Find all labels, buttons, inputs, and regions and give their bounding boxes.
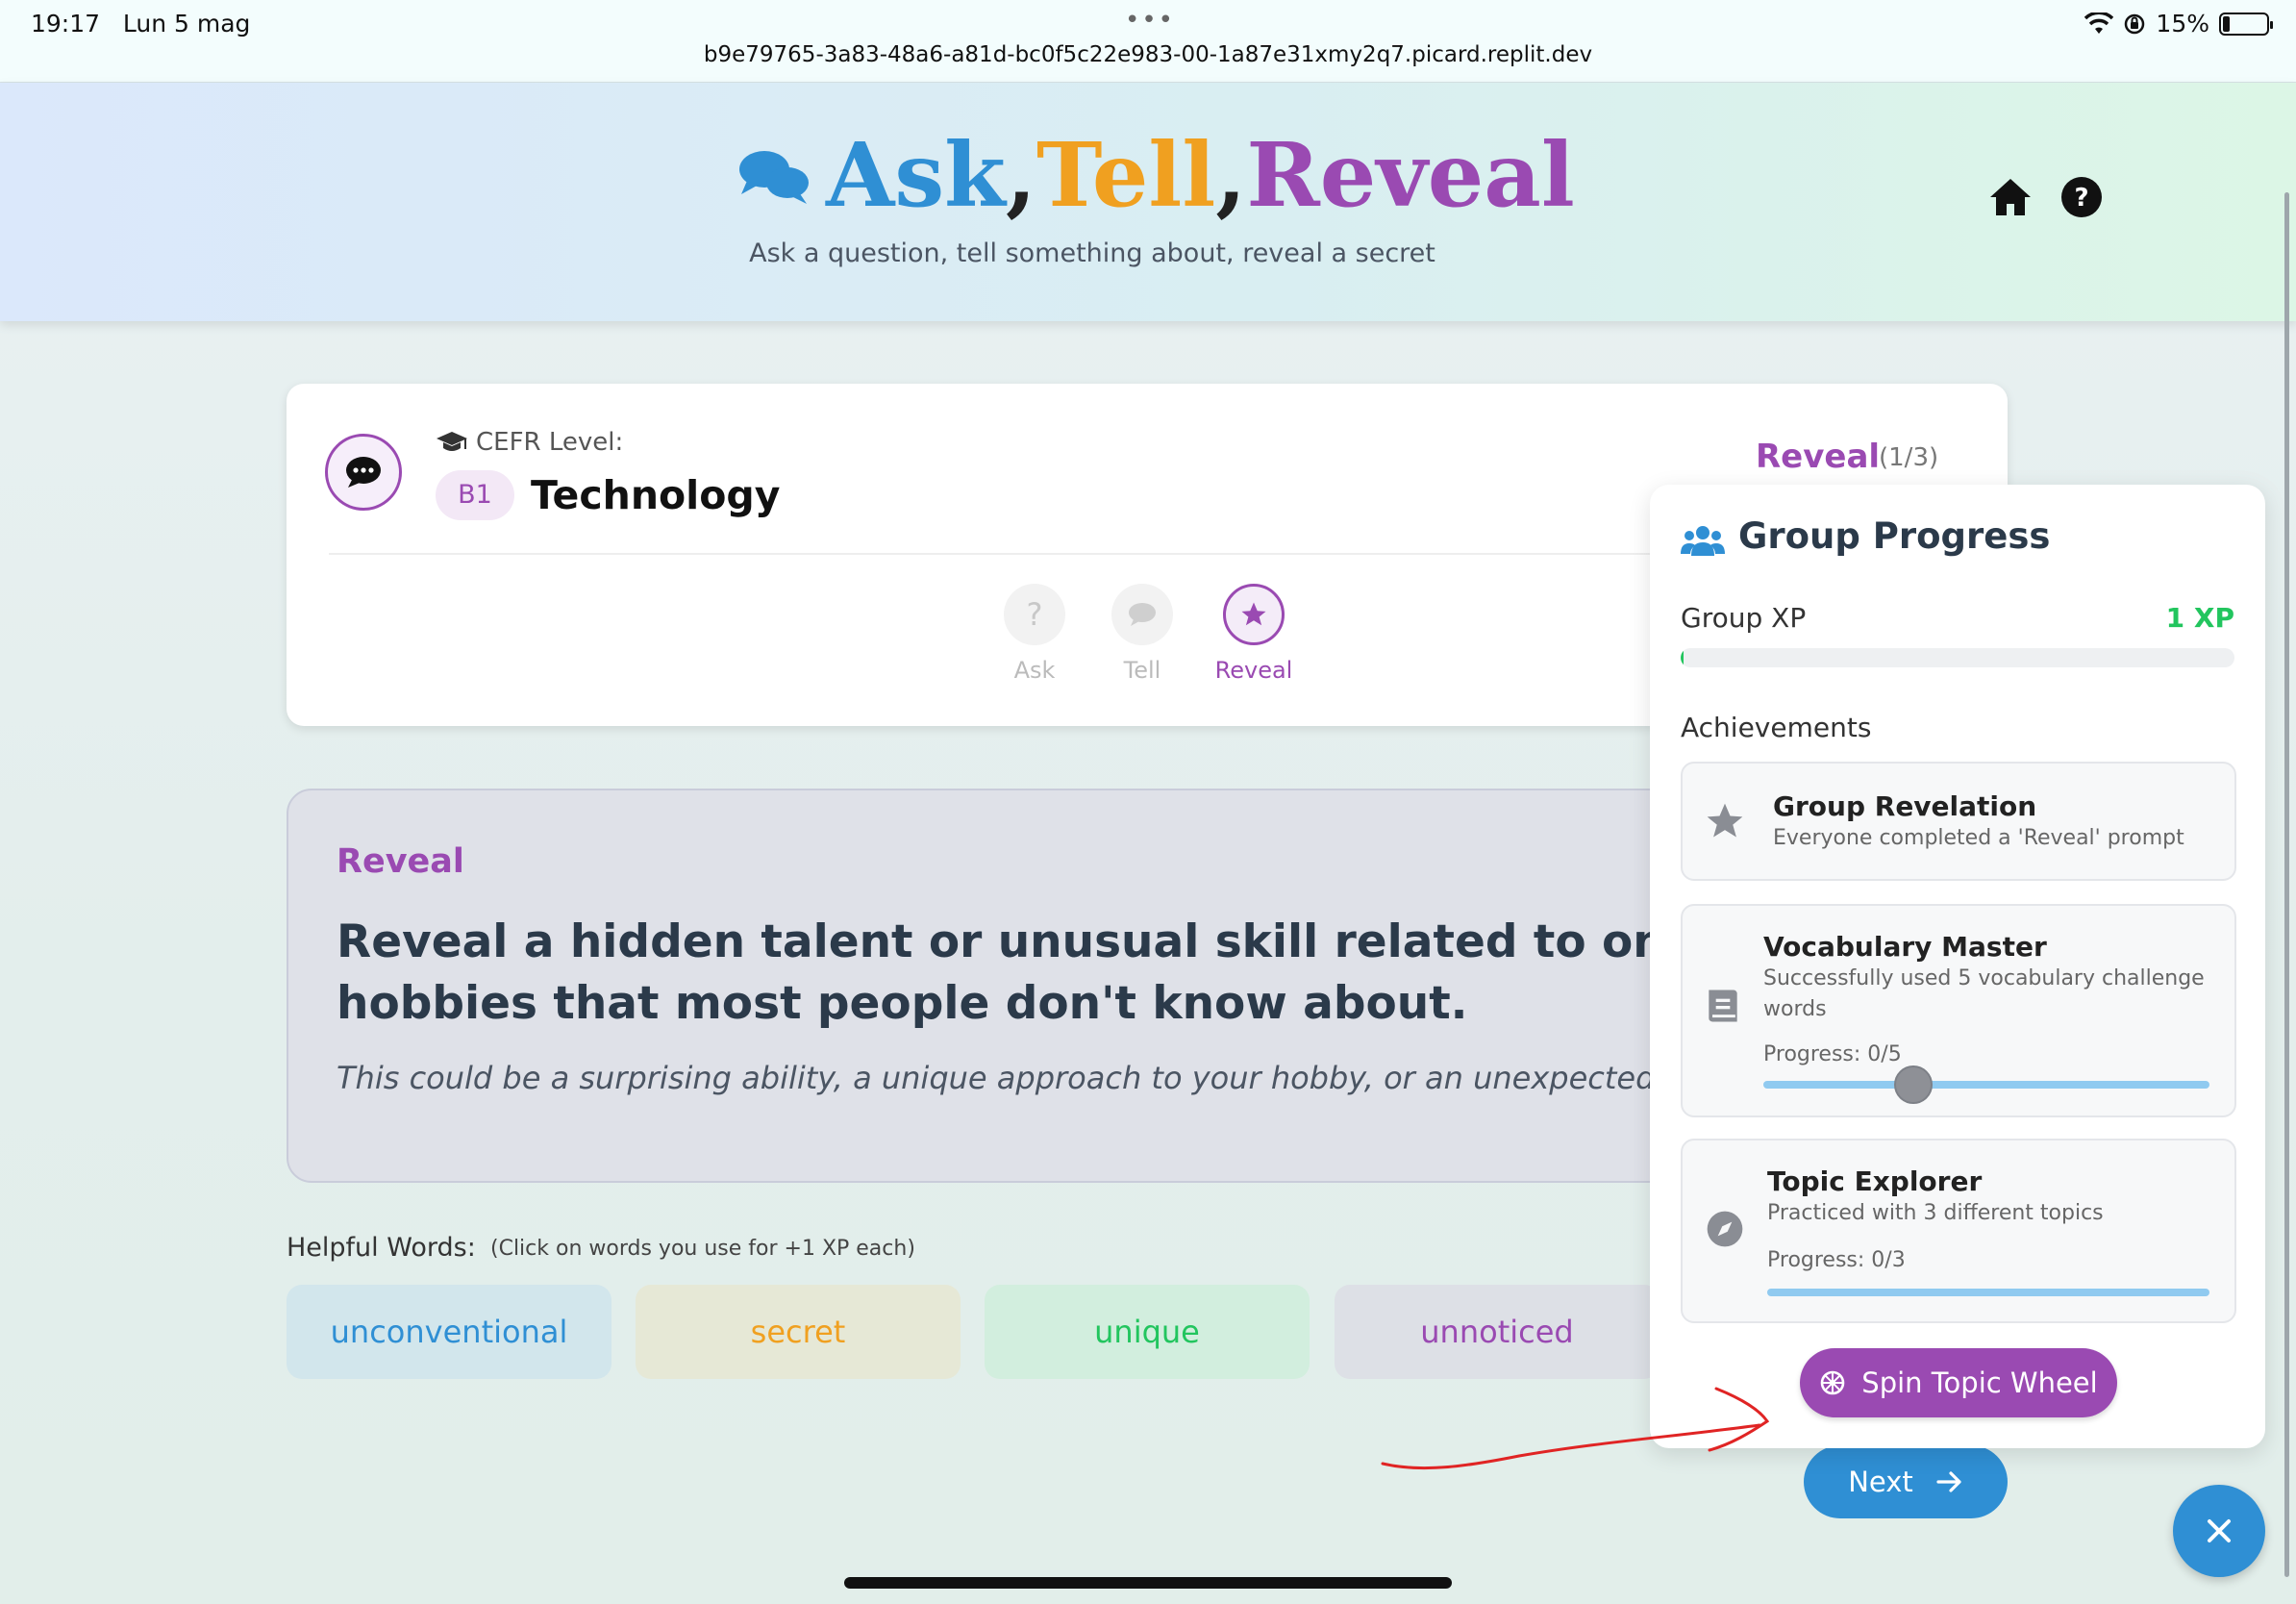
achievement-progress: Progress: 0/5	[1763, 1042, 1902, 1066]
achievement-name: Topic Explorer	[1767, 1165, 1983, 1197]
helpful-words-title: Helpful Words:	[287, 1233, 476, 1263]
step-ask[interactable]: ? Ask	[986, 584, 1083, 684]
stage-count: (1/3)	[1879, 443, 1939, 472]
group-xp-value: 1 XP	[2165, 602, 2234, 634]
group-xp-bar	[1681, 648, 2234, 667]
svg-text:?: ?	[2074, 184, 2088, 213]
star-icon	[1707, 803, 1743, 838]
achievements-title: Achievements	[1681, 712, 1872, 743]
stage-label: Reveal	[1756, 438, 1881, 476]
group-progress-title: Group Progress	[1738, 515, 2051, 557]
next-button[interactable]: Next	[1804, 1445, 2008, 1518]
achievement-progress-bar	[1767, 1289, 2209, 1296]
logo-comma: ,	[1005, 123, 1036, 227]
speech-bubble-icon	[1111, 584, 1173, 645]
chat-bubbles-icon	[739, 151, 809, 204]
star-icon	[1223, 584, 1285, 645]
topic-title: Technology	[531, 472, 781, 518]
close-fab-button[interactable]	[2173, 1485, 2265, 1577]
word-chip[interactable]: unnoticed	[1335, 1285, 1660, 1379]
scrollbar[interactable]	[2284, 192, 2289, 1577]
achievement-desc: Practiced with 3 different topics	[1767, 1201, 2104, 1225]
graduation-cap-icon	[437, 432, 467, 451]
achievement-name: Vocabulary Master	[1763, 931, 2047, 963]
cefr-label: CEFR Level:	[436, 428, 623, 457]
question-icon: ?	[1004, 584, 1065, 645]
book-icon	[1709, 990, 1737, 1022]
group-xp-fill	[1681, 648, 1684, 667]
achievement-topic-explorer: Topic Explorer Practiced with 3 differen…	[1681, 1139, 2236, 1323]
logo-word-ask: Ask	[826, 123, 1006, 227]
next-button-label: Next	[1848, 1466, 1913, 1498]
step-reveal[interactable]: Reveal	[1206, 584, 1302, 684]
status-time-date: 19:17 Lun 5 mag	[31, 10, 251, 38]
achievement-vocabulary-master: Vocabulary Master Successfully used 5 vo…	[1681, 904, 2236, 1117]
logo-comma: ,	[1215, 123, 1247, 227]
spin-topic-wheel-button[interactable]: Spin Topic Wheel	[1800, 1348, 2117, 1417]
url-bar[interactable]: b9e79765-3a83-48a6-a81d-bc0f5c22e983-00-…	[0, 42, 2296, 67]
achievement-desc: Successfully used 5 vocabulary challenge…	[1763, 966, 2205, 1021]
tagline: Ask a question, tell something about, re…	[749, 238, 1435, 268]
step-label: Ask	[1013, 657, 1056, 684]
logo-word-tell: Tell	[1036, 123, 1216, 227]
word-chip[interactable]: unique	[985, 1285, 1310, 1379]
word-chip[interactable]: unconventional	[287, 1285, 611, 1379]
wheel-icon	[1820, 1370, 1845, 1395]
wifi-icon	[2084, 12, 2114, 34]
home-indicator[interactable]	[844, 1577, 1452, 1589]
battery-icon	[2219, 12, 2273, 36]
achievement-name: Group Revelation	[1773, 790, 2037, 822]
home-icon[interactable]	[1988, 175, 2033, 219]
app-logo[interactable]: Ask, Tell, Reveal	[736, 123, 1575, 227]
achievement-progress: Progress: 0/3	[1767, 1248, 1906, 1272]
prompt-label: Reveal	[337, 842, 464, 881]
helpful-words-hint: (Click on words you use for +1 XP each)	[490, 1237, 915, 1261]
group-progress-panel: Group Progress Group XP 1 XP Achievement…	[1650, 485, 2265, 1448]
arrow-right-icon	[1936, 1471, 1961, 1492]
step-label: Tell	[1123, 657, 1161, 684]
multitasking-dots[interactable]: •••	[1125, 6, 1175, 35]
achievement-progress-bar	[1763, 1081, 2209, 1089]
group-xp-label: Group XP	[1681, 602, 1807, 634]
step-label: Reveal	[1214, 657, 1293, 684]
orientation-lock-icon	[2125, 13, 2145, 34]
help-icon[interactable]: ?	[2059, 175, 2104, 219]
word-chip[interactable]: secret	[636, 1285, 961, 1379]
compass-icon	[1707, 1211, 1743, 1247]
app-header: Ask, Tell, Reveal Ask a question, tell som…	[0, 83, 2296, 321]
battery-percent: 15%	[2156, 10, 2209, 38]
close-icon	[2208, 1519, 2231, 1542]
spin-button-label: Spin Topic Wheel	[1861, 1366, 2098, 1399]
comment-dots-icon	[325, 434, 402, 511]
status-bar: 19:17 Lun 5 mag ••• b9e79765-3a83-48a6-a…	[0, 0, 2296, 83]
status-right: 15%	[2084, 10, 2273, 38]
achievement-desc: Everyone completed a 'Reveal' prompt	[1773, 826, 2184, 850]
users-icon	[1681, 526, 1725, 556]
step-tell[interactable]: Tell	[1094, 584, 1190, 684]
achievement-group-revelation: Group Revelation Everyone completed a 'R…	[1681, 762, 2236, 881]
slider-thumb[interactable]	[1894, 1065, 1933, 1104]
level-badge: B1	[436, 470, 514, 520]
logo-word-reveal: Reveal	[1246, 123, 1575, 227]
